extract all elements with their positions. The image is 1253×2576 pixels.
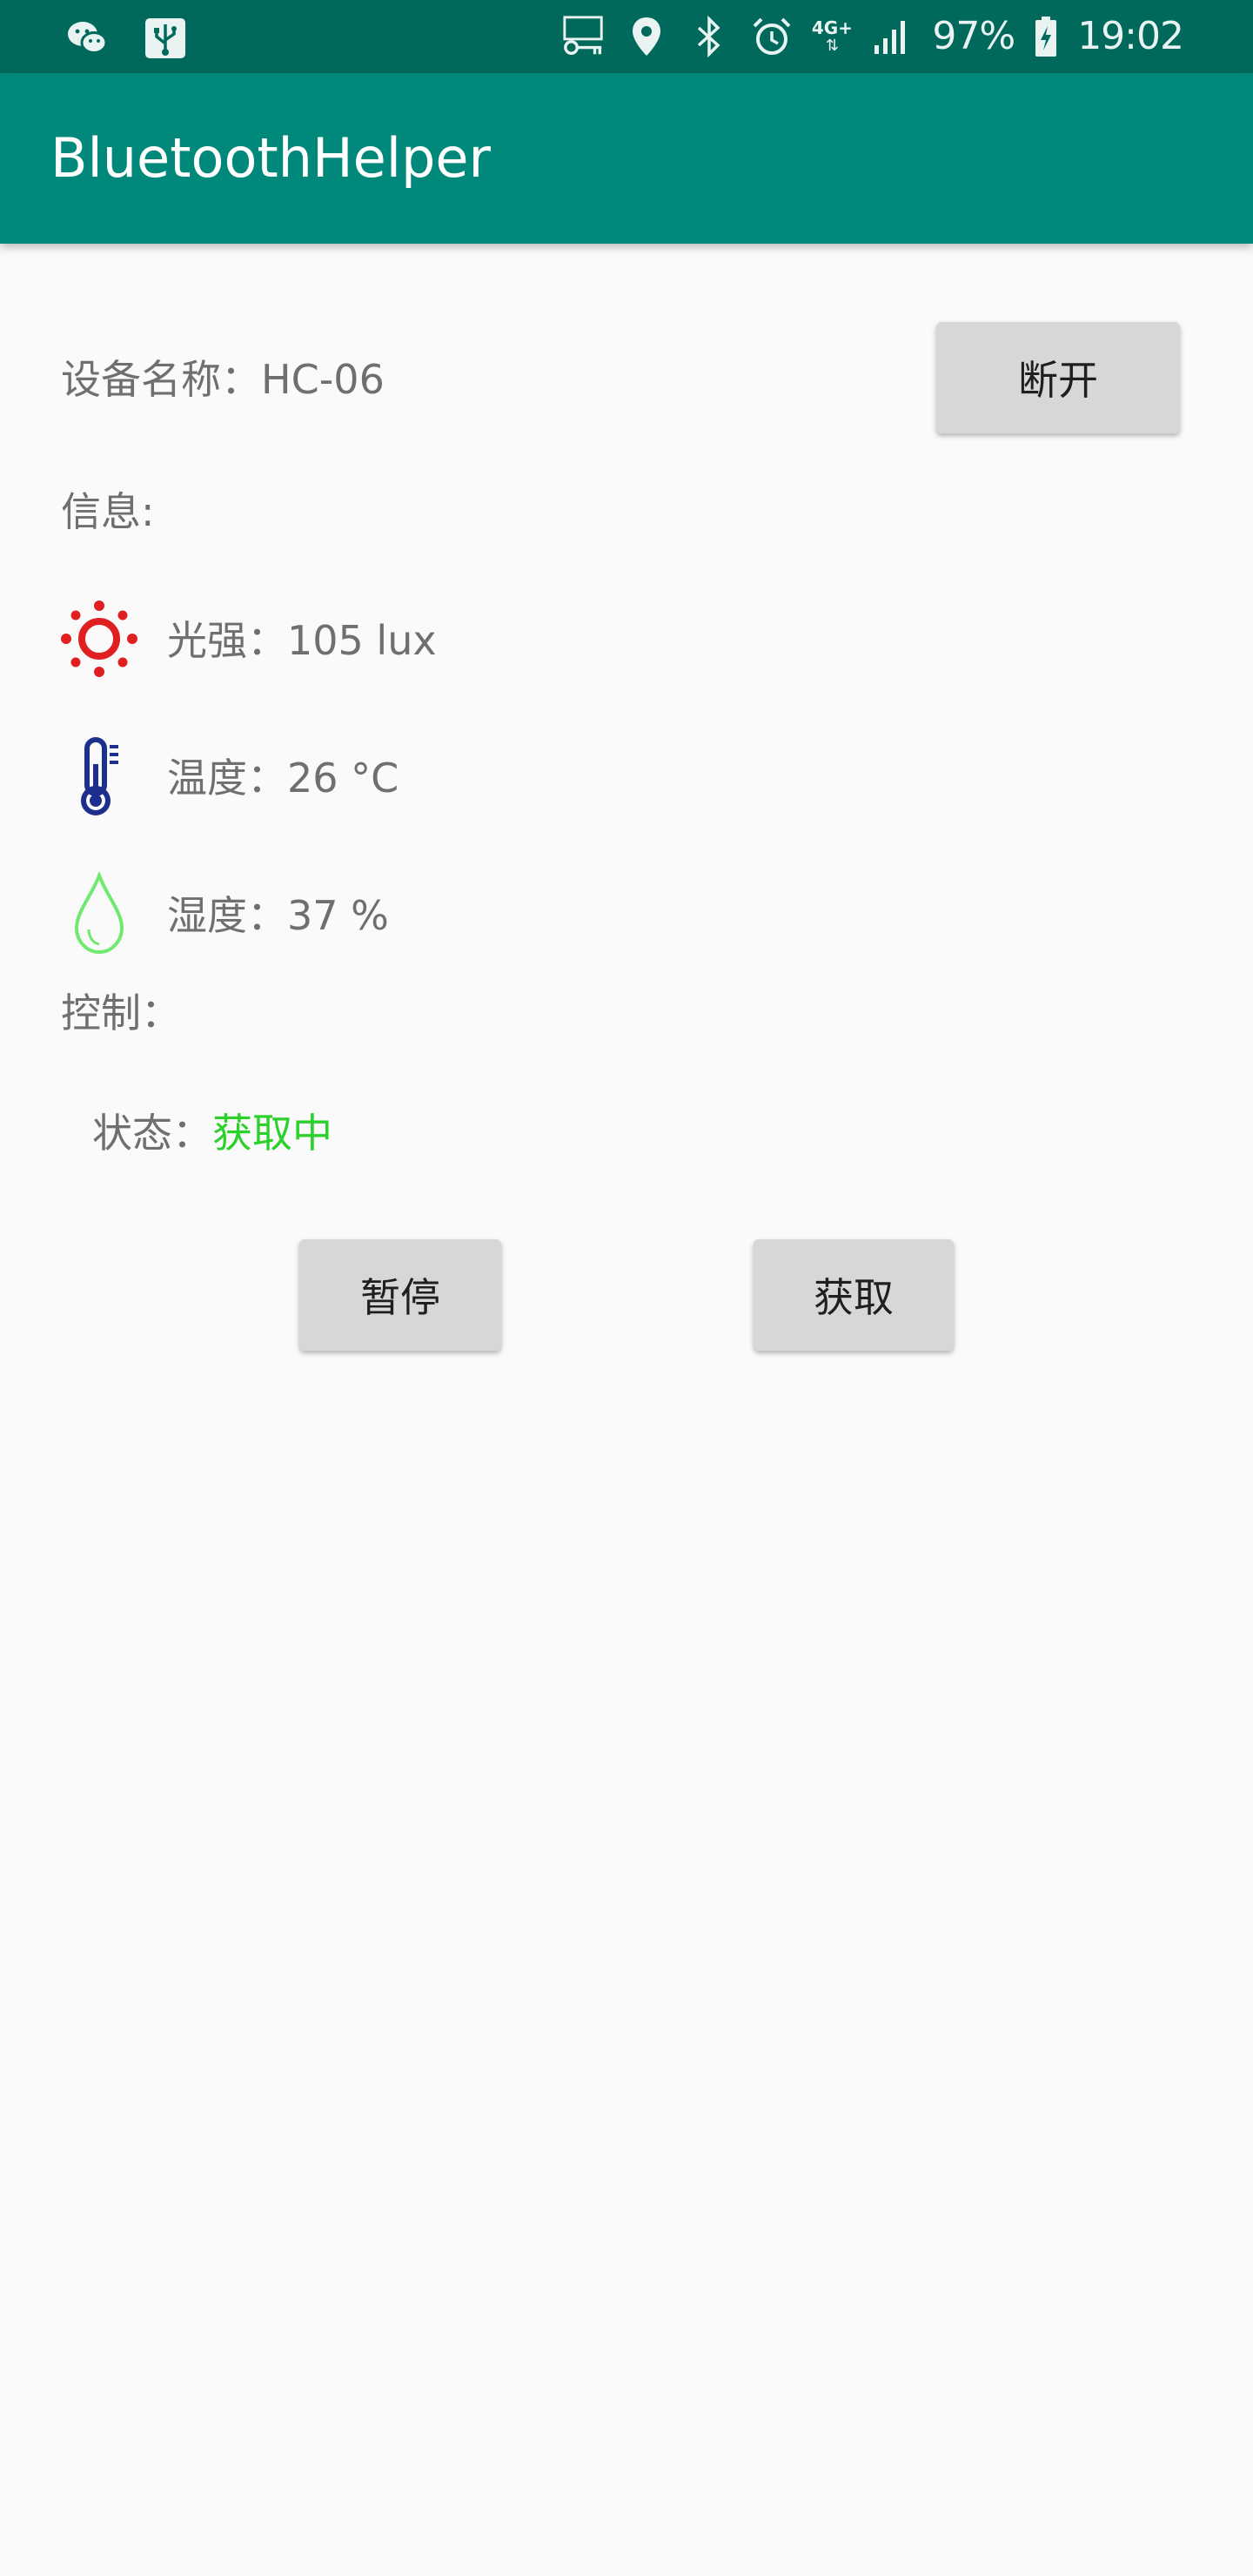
app-bar: BluetoothHelper: [0, 73, 1253, 244]
temperature-reading: 温度：26 °C: [167, 755, 399, 802]
network-4g-icon: 4G+ ⇅: [811, 14, 853, 59]
disconnect-button[interactable]: 断开: [936, 322, 1180, 433]
water-drop-icon: [57, 870, 141, 956]
location-icon: [624, 14, 669, 59]
status-bar-right: 4G+ ⇅ 97% 19:02: [561, 12, 1184, 61]
app-title: BluetoothHelper: [50, 126, 491, 190]
network-type-label: 4G+: [811, 17, 853, 38]
status-line: 状态：获取中: [92, 1107, 332, 1159]
thermometer-icon: [57, 735, 141, 818]
bluetooth-icon: [687, 14, 732, 59]
clock: 19:02: [1077, 14, 1184, 58]
status-bar-left: [64, 16, 188, 61]
device-name-label: 设备名称：HC-06: [61, 356, 385, 403]
vpn-key-icon: [561, 14, 606, 59]
status-value: 获取中: [212, 1110, 332, 1157]
data-arrows-icon: ⇅: [825, 37, 839, 55]
usb-icon: [143, 16, 188, 61]
battery-percent: 97%: [932, 14, 1015, 58]
signal-icon: [869, 14, 915, 59]
sun-icon: [57, 597, 141, 681]
alarm-icon: [749, 14, 794, 59]
light-reading: 光强：105 lux: [167, 617, 437, 664]
status-label: 状态：: [92, 1110, 212, 1157]
battery-charging-icon: [1032, 14, 1060, 59]
wechat-icon: [64, 16, 110, 61]
control-title: 控制：: [61, 989, 181, 1036]
humidity-reading: 湿度：37 %: [167, 892, 389, 939]
pause-button[interactable]: 暂停: [299, 1239, 501, 1351]
status-bar: 4G+ ⇅ 97% 19:02: [0, 0, 1253, 73]
info-title: 信息:: [61, 488, 155, 535]
fetch-button[interactable]: 获取: [754, 1239, 954, 1351]
